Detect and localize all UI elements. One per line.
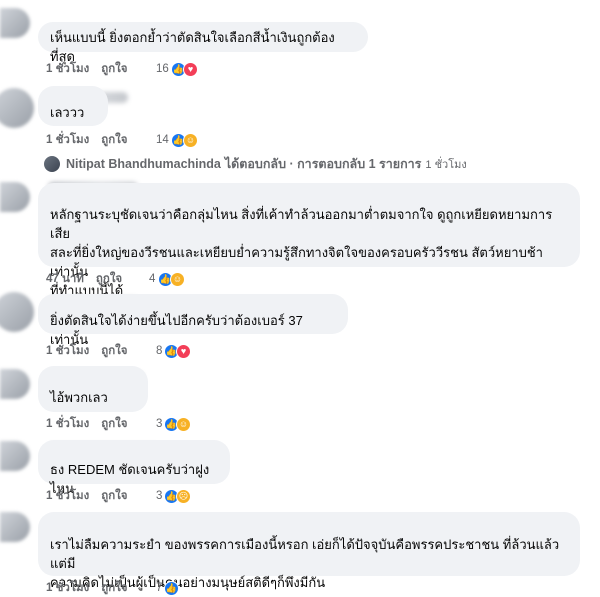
comment-meta: 47 นาที ถูกใจ 4 👍 ☺ [46,271,216,287]
comment-meta: 1 ชั่วโมง ถูกใจ 3 👍 ☹ [46,488,216,504]
comment-bubble: ธง REDEM ชัดเจนครับว่าฝูงไหน [38,440,230,496]
like-button[interactable]: ถูกใจ [101,415,127,433]
reaction-count[interactable]: 3 [156,490,162,502]
commenter-avatar[interactable] [0,369,30,399]
reply-summary[interactable]: ได้ตอบกลับ · การตอบกลับ 1 รายการ [225,154,422,174]
reply-author[interactable]: Nitipat Bhandhumachinda [66,157,221,171]
reaction-icons[interactable]: 👍 ☺ [164,416,191,432]
sad-icon: ☹ [176,488,191,504]
reaction-icons[interactable]: 👍 ♥ [164,343,191,359]
comment-time[interactable]: 1 ชั่วโมง [46,342,89,360]
haha-icon: ☺ [176,416,191,432]
like-button[interactable]: ถูกใจ [96,270,122,288]
commenter-avatar[interactable] [0,182,30,212]
comment-time[interactable]: 47 นาที [46,270,84,288]
comment-text: ไอ้พวกเลว [50,390,108,405]
commenter-avatar[interactable] [0,8,30,38]
like-button[interactable]: ถูกใจ [101,342,127,360]
commenter-avatar[interactable] [0,292,34,332]
reaction-count[interactable]: 4 [149,273,155,285]
like-button[interactable]: ถูกใจ [101,579,127,597]
reaction-count[interactable]: 7 [156,582,162,594]
reaction-count[interactable]: 16 [156,63,169,75]
haha-icon: ☺ [183,132,198,148]
love-icon: ♥ [176,343,191,359]
comment-bubble: หลักฐานระบุชัดเจนว่าคือกลุ่มไหน สิ่งที่เ… [38,183,580,298]
reaction-icons[interactable]: 👍 ☺ [171,132,198,148]
comment-time[interactable]: 1 ชั่วโมง [46,487,89,505]
comment-text: เลววว [50,105,85,120]
haha-icon: ☺ [170,271,185,287]
commenter-avatar[interactable] [0,88,34,128]
comment-text: เราไม่ลืมความระยำ ของพรรคการเมืองนี้หรอก… [50,537,560,571]
comment-bubble: เลววว [38,86,108,126]
reaction-icons[interactable]: 👍 ☹ [164,488,191,504]
comment-meta: 1 ชั่วโมง ถูกใจ 16 👍 ♥ [46,61,216,77]
like-icon: 👍 [164,580,179,596]
comment-bubble: เราไม่ลืมความระยำ ของพรรคการเมืองนี้หรอก… [38,512,580,590]
comment-time[interactable]: 1 ชั่วโมง [46,415,89,433]
reaction-count[interactable]: 8 [156,345,162,357]
commenter-avatar[interactable] [0,512,30,542]
love-icon: ♥ [183,61,198,77]
like-button[interactable]: ถูกใจ [101,60,127,78]
reaction-icons[interactable]: 👍 ☺ [158,271,185,287]
comment-time[interactable]: 1 ชั่วโมง [46,579,89,597]
comment-meta: 1 ชั่วโมง ถูกใจ 3 👍 ☺ [46,416,216,432]
reply-avatar [44,156,60,172]
comment-meta: 1 ชั่วโมง ถูกใจ 7 👍 [46,580,216,596]
like-button[interactable]: ถูกใจ [101,131,127,149]
reply-link[interactable]: Nitipat Bhandhumachinda ได้ตอบกลับ · การ… [44,156,467,172]
comment-bubble: ยิ่งตัดสินใจได้ง่ายขึ้นไปอีกครับว่าต้องเ… [38,294,348,347]
reaction-icons[interactable]: 👍 [164,580,179,596]
reply-time: 1 ชั่วโมง [425,159,467,171]
comment-bubble: เห็นแบบนี้ ยิ่งตอกย้ำว่าตัดสินใจเลือกสีน… [38,22,368,64]
commenter-avatar[interactable] [0,441,30,471]
reaction-count[interactable]: 14 [156,134,169,146]
reaction-count[interactable]: 3 [156,418,162,430]
like-button[interactable]: ถูกใจ [101,487,127,505]
comment-text: หลักฐานระบุชัดเจนว่าคือกลุ่มไหน สิ่งที่เ… [50,207,553,241]
comment-time[interactable]: 1 ชั่วโมง [46,60,89,78]
reaction-icons[interactable]: 👍 ♥ [171,61,198,77]
comment-meta: 1 ชั่วโมง ถูกใจ 8 👍 ♥ [46,343,216,359]
comment-bubble: ไอ้พวกเลว [38,366,148,412]
comment-time[interactable]: 1 ชั่วโมง [46,131,89,149]
comment-meta: 1 ชั่วโมง ถูกใจ 14 👍 ☺ [46,132,216,148]
